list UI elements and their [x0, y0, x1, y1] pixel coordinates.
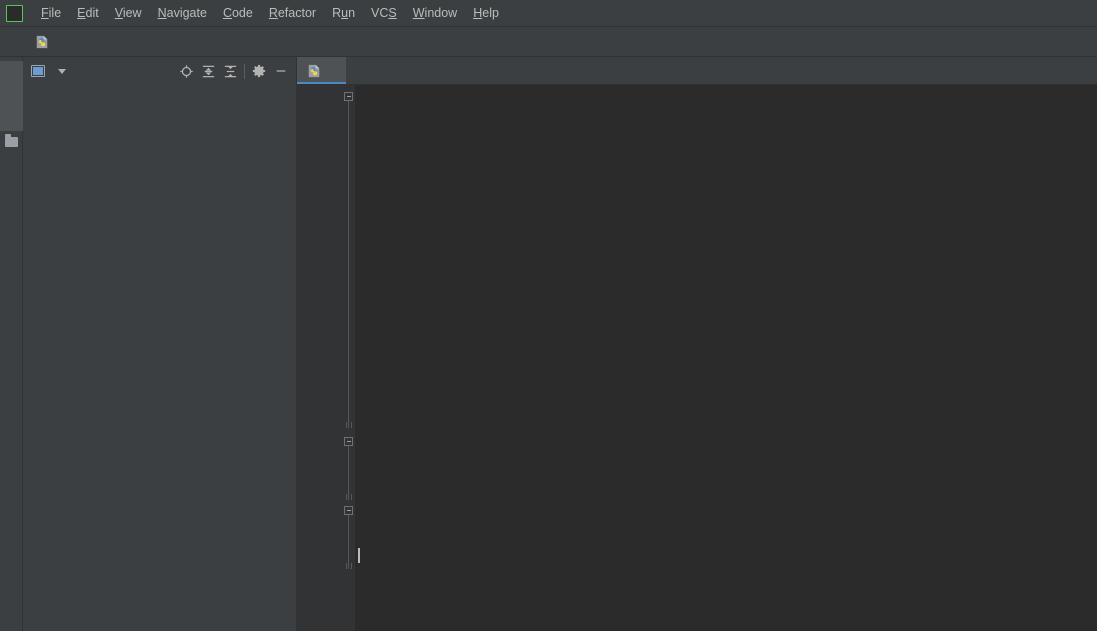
code-folding-column[interactable] [343, 85, 355, 631]
fold-line-imports [348, 442, 349, 500]
breadcrumb-file[interactable] [35, 35, 54, 49]
panel-settings-button[interactable] [248, 60, 270, 82]
pycharm-logo-icon [6, 4, 23, 22]
breadcrumb [0, 27, 1097, 57]
locate-file-button[interactable] [175, 60, 197, 82]
fold-end-urlpatterns [345, 563, 352, 569]
menu-help[interactable]: Help [465, 3, 507, 23]
menu-run[interactable]: Run [324, 3, 363, 23]
structure-folder-icon[interactable] [5, 134, 18, 147]
python-file-icon [308, 64, 320, 77]
fold-end-docstring [345, 422, 352, 428]
menu-code[interactable]: Code [215, 3, 261, 23]
fold-toggle-docstring[interactable] [344, 92, 353, 101]
expand-all-button[interactable] [197, 60, 219, 82]
minimize-icon [276, 70, 286, 72]
chevron-down-icon[interactable] [58, 68, 66, 74]
crosshair-target-icon [179, 64, 193, 78]
project-view-icon [31, 65, 45, 77]
menu-file[interactable]: File [33, 3, 69, 23]
menu-vcs[interactable]: VCS [363, 3, 405, 23]
fold-end-imports [345, 494, 352, 500]
collapse-all-icon [224, 65, 236, 77]
menu-edit[interactable]: Edit [69, 3, 107, 23]
pycharm-window: File Edit View Navigate Code Refactor Ru… [0, 0, 1097, 631]
python-file-icon [36, 35, 48, 48]
menu-refactor[interactable]: Refactor [261, 3, 324, 23]
editor-tab-strip [297, 57, 1097, 85]
project-tool-window [23, 57, 296, 631]
fold-toggle-imports[interactable] [344, 437, 353, 446]
menu-view[interactable]: View [107, 3, 150, 23]
code-lines [355, 85, 1097, 631]
code-editor[interactable] [297, 85, 1097, 631]
hide-panel-button[interactable] [270, 60, 292, 82]
project-tree[interactable] [23, 85, 296, 631]
menu-navigate[interactable]: Navigate [150, 3, 215, 23]
collapse-all-button[interactable] [219, 60, 241, 82]
expand-all-icon [202, 65, 214, 77]
stripe-button-project[interactable] [0, 61, 23, 131]
tab-urls-py[interactable] [297, 57, 346, 84]
editor-area [297, 57, 1097, 631]
code-line-21 [355, 545, 1097, 568]
fold-toggle-urlpatterns[interactable] [344, 506, 353, 515]
fold-line-urlpatterns [348, 511, 349, 569]
line-number-gutter [297, 85, 343, 631]
tool-window-stripe-left [0, 57, 23, 631]
gear-icon [252, 64, 266, 78]
toolbar-divider [244, 63, 245, 79]
fold-line-docstring [348, 97, 349, 428]
menu-bar: File Edit View Navigate Code Refactor Ru… [0, 0, 1097, 27]
text-caret [358, 548, 360, 563]
menu-window[interactable]: Window [405, 3, 465, 23]
project-panel-header [23, 57, 296, 85]
